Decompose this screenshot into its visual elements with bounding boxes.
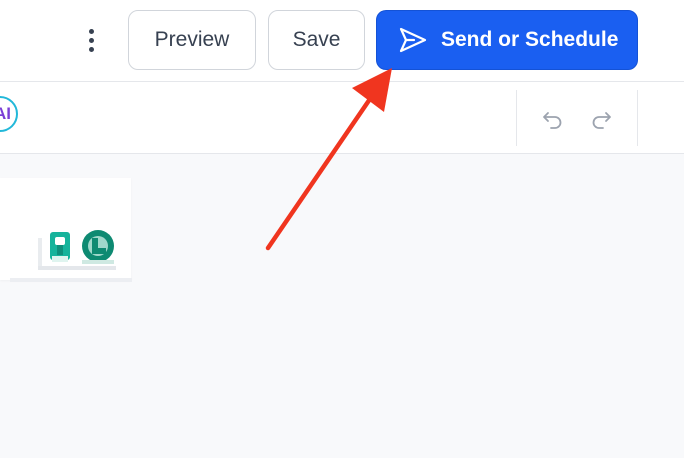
canvas-block-underline xyxy=(10,278,132,282)
editor-toolbar: AI xyxy=(0,82,684,154)
ai-assistant-button[interactable]: AI xyxy=(0,96,18,132)
kebab-dot xyxy=(88,28,94,34)
save-button[interactable]: Save xyxy=(268,10,365,70)
toolbar-divider xyxy=(516,90,517,146)
app-store-logos xyxy=(36,226,120,272)
paper-plane-icon xyxy=(399,27,427,53)
preview-button-label: Preview xyxy=(154,28,230,51)
top-bar: Preview Save Send or Schedule xyxy=(0,0,684,82)
save-button-label: Save xyxy=(292,28,341,51)
ai-label: AI xyxy=(0,104,11,123)
more-options-icon[interactable] xyxy=(78,22,104,58)
kebab-dot xyxy=(88,46,94,52)
undo-icon[interactable] xyxy=(541,106,565,130)
preview-button[interactable]: Preview xyxy=(128,10,256,70)
toolbar-divider xyxy=(637,90,638,146)
send-or-schedule-label: Send or Schedule xyxy=(441,28,619,51)
kebab-dot xyxy=(88,37,94,43)
redo-icon[interactable] xyxy=(589,106,613,130)
send-or-schedule-button[interactable]: Send or Schedule xyxy=(376,10,638,70)
